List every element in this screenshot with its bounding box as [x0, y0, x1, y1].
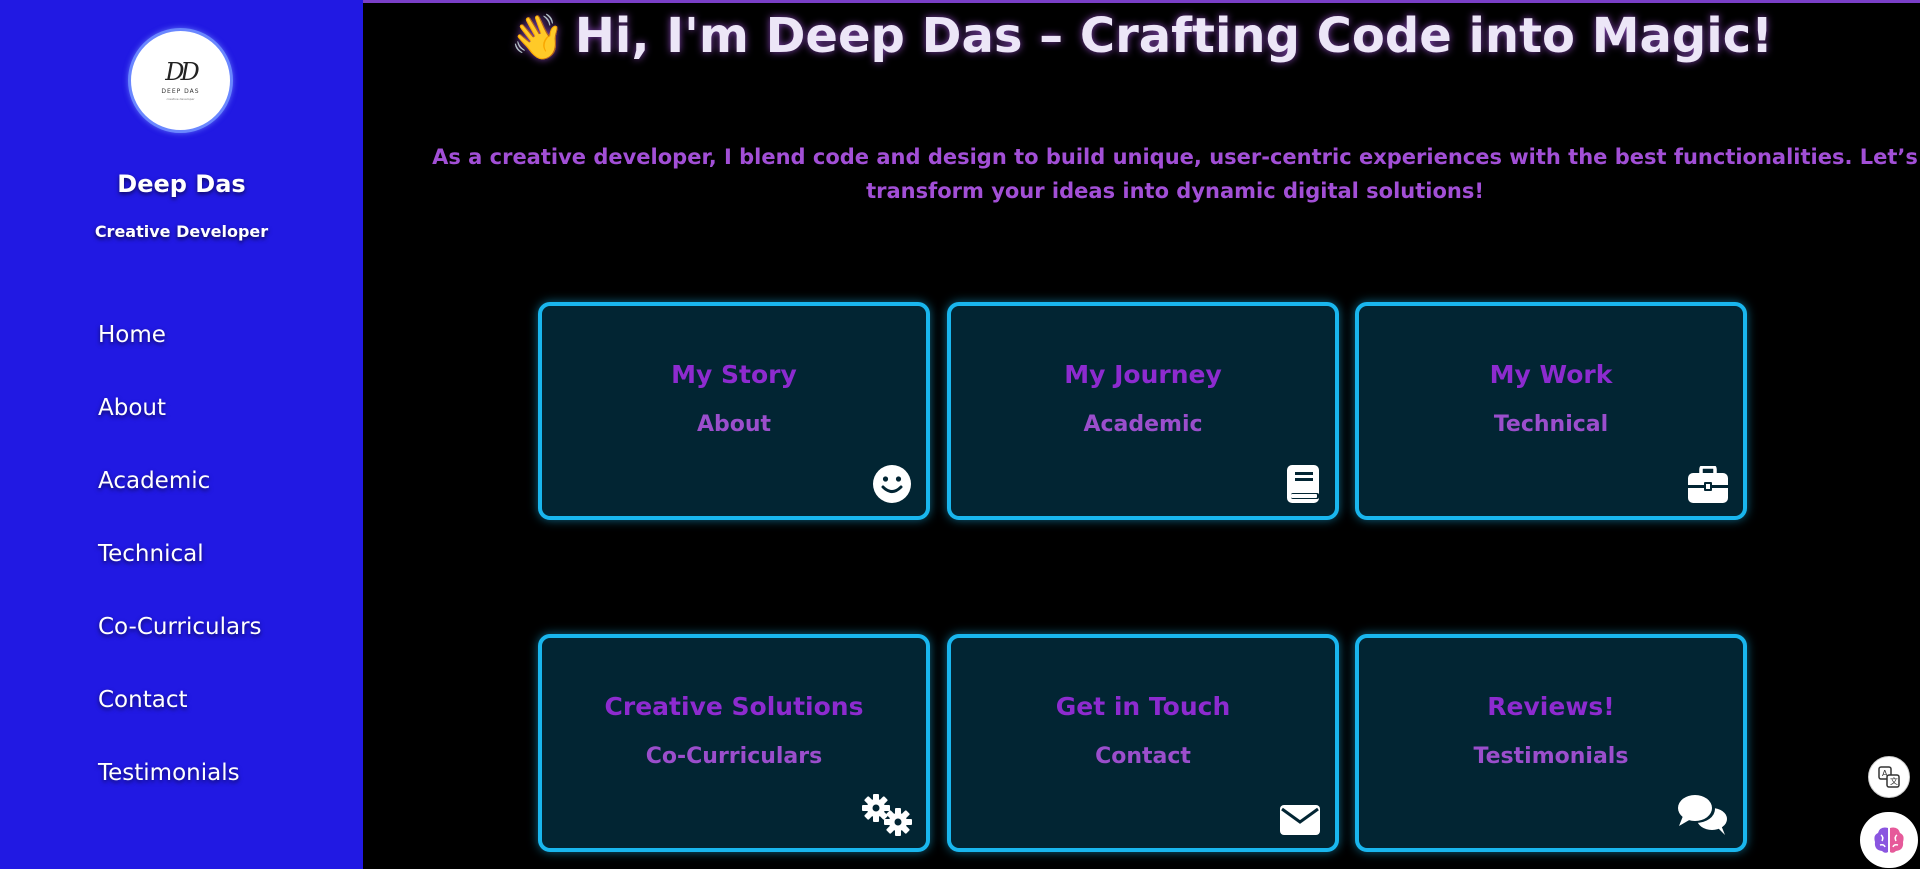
- book-icon: [1287, 465, 1319, 503]
- card-reviews[interactable]: Reviews! Testimonials: [1355, 634, 1747, 852]
- card-my-work[interactable]: My Work Technical: [1355, 302, 1747, 520]
- card-subtitle: About: [696, 412, 772, 437]
- card-my-journey[interactable]: My Journey Academic: [947, 302, 1339, 520]
- nav-item-home[interactable]: Home: [98, 322, 262, 395]
- profile-role: Creative Developer: [94, 222, 269, 241]
- waving-hand-icon: 👋: [509, 12, 565, 63]
- logo-subtext: creative developer: [166, 97, 195, 101]
- hero-title-text: Hi, I'm Deep Das – Crafting Code into Ma…: [574, 8, 1774, 64]
- nav-item-contact[interactable]: Contact: [98, 687, 262, 760]
- card-title: My Story: [671, 360, 797, 389]
- translate-icon: A 文: [1878, 766, 1900, 788]
- logo-text: DEEP DAS: [161, 88, 200, 95]
- nav-item-about[interactable]: About: [98, 395, 262, 468]
- smile-icon: [873, 465, 911, 503]
- envelope-icon: [1280, 805, 1320, 835]
- card-title: Get in Touch: [1055, 692, 1231, 721]
- card-title: Creative Solutions: [604, 692, 864, 721]
- hero-title: 👋 Hi, I'm Deep Das – Crafting Code into M…: [363, 8, 1920, 64]
- card-subtitle: Testimonials: [1473, 744, 1629, 769]
- nav-item-co-curriculars[interactable]: Co-Curriculars: [98, 614, 262, 687]
- sidebar: DD DEEP DAS creative developer Deep Das …: [0, 0, 363, 869]
- card-creative-solutions[interactable]: Creative Solutions Co-Curriculars: [538, 634, 930, 852]
- card-my-story[interactable]: My Story About: [538, 302, 930, 520]
- card-subtitle: Technical: [1493, 412, 1609, 437]
- nav-item-testimonials[interactable]: Testimonials: [98, 760, 262, 833]
- card-title: My Work: [1489, 360, 1613, 389]
- gears-icon: [862, 794, 912, 836]
- ai-assistant-button[interactable]: [1860, 812, 1918, 868]
- avatar-logo: DD DEEP DAS creative developer: [128, 28, 233, 133]
- svg-text:A: A: [1882, 769, 1888, 778]
- card-title: My Journey: [1064, 360, 1222, 389]
- card-get-in-touch[interactable]: Get in Touch Contact: [947, 634, 1339, 852]
- translate-button[interactable]: A 文: [1868, 756, 1910, 798]
- hero-subtitle: As a creative developer, I blend code an…: [430, 140, 1920, 208]
- hero-subtitle-line-1: As a creative developer, I blend code an…: [432, 145, 1918, 169]
- hero-subtitle-line-2: transform your ideas into dynamic digita…: [866, 179, 1484, 203]
- profile-name: Deep Das: [117, 170, 246, 198]
- card-title: Reviews!: [1487, 692, 1615, 721]
- nav-item-academic[interactable]: Academic: [98, 468, 262, 541]
- card-subtitle: Academic: [1083, 412, 1203, 437]
- brain-icon: [1874, 827, 1904, 853]
- logo-mark: DD: [165, 58, 200, 86]
- svg-text:文: 文: [1890, 776, 1898, 786]
- nav-item-technical[interactable]: Technical: [98, 541, 262, 614]
- briefcase-icon: [1688, 466, 1728, 503]
- card-subtitle: Contact: [1095, 744, 1191, 769]
- sidebar-nav: Home About Academic Technical Co-Curricu…: [98, 322, 262, 833]
- comments-icon: [1677, 795, 1727, 835]
- card-subtitle: Co-Curriculars: [645, 744, 823, 769]
